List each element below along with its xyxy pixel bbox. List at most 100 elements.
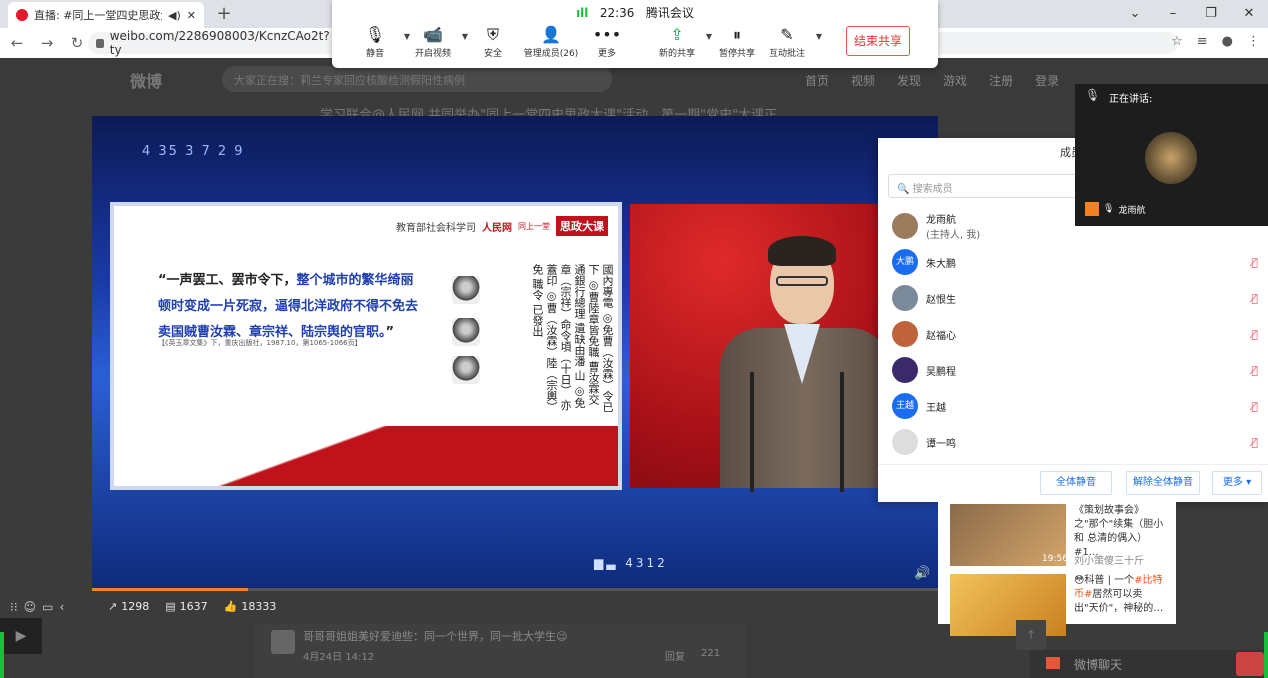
reload-icon[interactable]: ↻ bbox=[68, 34, 86, 52]
unmute-all-button[interactable]: 解除全体静音 bbox=[1126, 471, 1200, 495]
maximize-button[interactable]: ❐ bbox=[1192, 0, 1230, 28]
annotate-button[interactable]: ✎ 互动批注 ▼ bbox=[756, 24, 822, 59]
video-button[interactable]: 📹 开启视频 ▼ bbox=[402, 24, 468, 59]
member-avatar bbox=[892, 357, 918, 383]
chevron-down-icon[interactable]: ▼ bbox=[816, 32, 822, 41]
comment-avatar[interactable] bbox=[271, 630, 295, 654]
member-avatar: 王越 bbox=[892, 393, 918, 419]
mic-muted-icon[interactable]: 🎙̸ bbox=[1251, 364, 1258, 377]
nav-home[interactable]: 首页 bbox=[805, 72, 829, 89]
chat-icon[interactable]: ▭ bbox=[42, 600, 53, 614]
address-bar-tail[interactable] bbox=[938, 32, 1178, 54]
emoji-icon[interactable]: ☺ bbox=[24, 600, 37, 614]
nav-register[interactable]: 注册 bbox=[989, 72, 1013, 89]
slide-badge: 思政大课 bbox=[556, 216, 608, 236]
microphone-stand-right bbox=[840, 372, 844, 492]
comment-icon: ▤ bbox=[165, 600, 176, 613]
member-search-input[interactable]: 🔍 搜索成员 bbox=[888, 174, 1088, 198]
member-row[interactable]: 赵福心 🎙̸ bbox=[892, 316, 1262, 352]
volume-icon[interactable]: 🔊 bbox=[914, 566, 930, 581]
chat-open-button[interactable] bbox=[1236, 652, 1264, 676]
security-button[interactable]: ⛨ 安全 bbox=[462, 24, 524, 59]
annotate-icon: ✎ bbox=[780, 25, 794, 44]
comment-like-count[interactable]: 221 bbox=[701, 648, 720, 659]
mic-muted-icon[interactable]: 🎙̸ bbox=[1251, 328, 1258, 341]
mic-muted-icon[interactable]: 🎙̸ bbox=[1251, 436, 1258, 449]
comment-text: 哥哥哥姐姐美好爱迪些：同一个世界，同一批大学生😉 bbox=[303, 630, 568, 643]
play-icon[interactable]: ▶ bbox=[0, 618, 42, 654]
address-bar[interactable]: weibo.com/2286908003/KcnzCAo2t?ty bbox=[88, 29, 342, 57]
background-numbers-top: 4 35 3 7 2 9 bbox=[142, 144, 245, 159]
share-icon: ⇪ bbox=[670, 25, 684, 44]
more-button[interactable]: ••• 更多 bbox=[576, 24, 638, 59]
grid-icon[interactable]: ⁝⁝ bbox=[10, 600, 18, 614]
scroll-top-button[interactable]: ↑ bbox=[1016, 620, 1046, 650]
member-row[interactable]: 赵恨生 🎙̸ bbox=[892, 280, 1262, 316]
new-tab-button[interactable]: + bbox=[212, 4, 236, 24]
mic-muted-icon[interactable]: 🎙̸ bbox=[1251, 256, 1258, 269]
slide-red-ribbon bbox=[114, 426, 618, 486]
comment-reply-link[interactable]: 回复 bbox=[665, 648, 685, 663]
member-row[interactable]: 谭一鸣 🎙̸ bbox=[892, 424, 1262, 460]
more-label: 更多 bbox=[597, 49, 616, 59]
new-share-label: 新的共享 bbox=[658, 49, 695, 59]
menu-icon[interactable]: ⋮ bbox=[1247, 34, 1260, 49]
mic-muted-icon[interactable]: 🎙̸ bbox=[1251, 400, 1258, 413]
members-more-button[interactable]: 更多 ▾ bbox=[1212, 471, 1262, 495]
profile-icon[interactable]: ● bbox=[1222, 34, 1233, 49]
reading-list-icon[interactable]: ≡ bbox=[1197, 34, 1208, 49]
member-name: 王越 bbox=[926, 402, 946, 414]
mute-all-button[interactable]: 全体静音 bbox=[1040, 471, 1112, 495]
annotate-label: 互动批注 bbox=[768, 49, 805, 59]
weibo-logo[interactable]: 微博 bbox=[130, 68, 162, 92]
stop-share-button[interactable]: 结束共享 bbox=[846, 26, 910, 56]
comment-count: 1637 bbox=[179, 600, 208, 613]
recommendation-card[interactable]: 19:56 《策划故事会》之"那个"续集（胆小和 总清的偶入）#1… 刘小策傻三… bbox=[950, 500, 1170, 567]
microphone-stand-left bbox=[750, 372, 754, 492]
mute-button[interactable]: 🎙 静音 ▼ bbox=[344, 24, 410, 59]
collapse-icon[interactable]: ‹ bbox=[60, 600, 65, 614]
share-stat[interactable]: ↗ 1298 bbox=[108, 600, 149, 613]
live-video-player[interactable]: 4 35 3 7 2 9 教育部社会科学司 人民网 同上一堂 思政大课 “一声罢… bbox=[92, 116, 938, 590]
mic-icon: 🎙 bbox=[1103, 204, 1115, 214]
weibo-chat-bar[interactable]: 微博聊天 bbox=[1030, 650, 1268, 678]
quote-part-1: “一声罢工、罢市令下， bbox=[158, 273, 297, 288]
back-icon[interactable]: ← bbox=[8, 34, 26, 52]
browser-tab[interactable]: 直播: #同上一堂四史思政大 ◀) ✕ bbox=[8, 2, 204, 28]
manage-members-button[interactable]: 👤 管理成员(26) bbox=[520, 24, 582, 59]
comment-stat[interactable]: ▤ 1637 bbox=[165, 600, 207, 613]
video-duration: 19:56 bbox=[1042, 554, 1068, 564]
new-share-button[interactable]: ⇪ 新的共享 ▼ bbox=[646, 24, 712, 59]
weibo-search-input[interactable]: 大家正在搜：莉兰专家回应核酸检测假阳性病例 bbox=[222, 66, 612, 92]
audio-icon[interactable]: ◀) bbox=[168, 9, 181, 22]
tab-close-icon[interactable]: ✕ bbox=[187, 9, 196, 22]
meeting-app-name: 腾讯会议 bbox=[645, 6, 694, 20]
comment-date: 4月24日 14:12 bbox=[303, 652, 375, 663]
microphone-icon: 🎙 bbox=[364, 25, 386, 44]
minimize-button[interactable]: – bbox=[1154, 0, 1192, 28]
people-daily-logo: 人民网 bbox=[482, 222, 512, 234]
nav-games[interactable]: 游戏 bbox=[943, 72, 967, 89]
member-row[interactable]: 王越 王越 🎙̸ bbox=[892, 388, 1262, 424]
like-stat[interactable]: 👍 18333 bbox=[224, 600, 277, 613]
mute-label: 静音 bbox=[365, 49, 384, 59]
recommendations-list: 19:56 《策划故事会》之"那个"续集（胆小和 总清的偶入）#1… 刘小策傻三… bbox=[938, 500, 1176, 636]
member-name: 吴鹏程 bbox=[926, 366, 956, 378]
nav-video[interactable]: 视频 bbox=[851, 72, 875, 89]
speaker-hair bbox=[768, 236, 836, 266]
forward-icon[interactable]: → bbox=[38, 34, 56, 52]
nav-discover[interactable]: 发现 bbox=[897, 72, 921, 89]
mic-muted-icon[interactable]: 🎙̸ bbox=[1251, 292, 1258, 305]
tab-search-icon[interactable]: ⌄ bbox=[1116, 0, 1154, 28]
member-name: 赵福心 bbox=[926, 330, 956, 342]
close-window-button[interactable]: ✕ bbox=[1230, 0, 1268, 28]
member-row[interactable]: 吴鹏程 🎙̸ bbox=[892, 352, 1262, 388]
nav-login[interactable]: 登录 bbox=[1035, 72, 1059, 89]
member-row[interactable]: 大鹏 朱大鹏 🎙̸ bbox=[892, 244, 1262, 280]
recommendation-card[interactable]: 😳科普 | 一个#比特币#居然可以卖出"天价"，神秘的… bbox=[950, 570, 1170, 636]
quote-part-5: ” bbox=[385, 325, 395, 340]
bookmark-star-icon[interactable]: ☆ bbox=[1171, 34, 1183, 49]
members-footer: 全体静音 解除全体静音 更多 ▾ bbox=[878, 464, 1268, 502]
video-progress-bar[interactable] bbox=[92, 588, 938, 591]
video-off-icon: 📹 bbox=[423, 25, 443, 44]
